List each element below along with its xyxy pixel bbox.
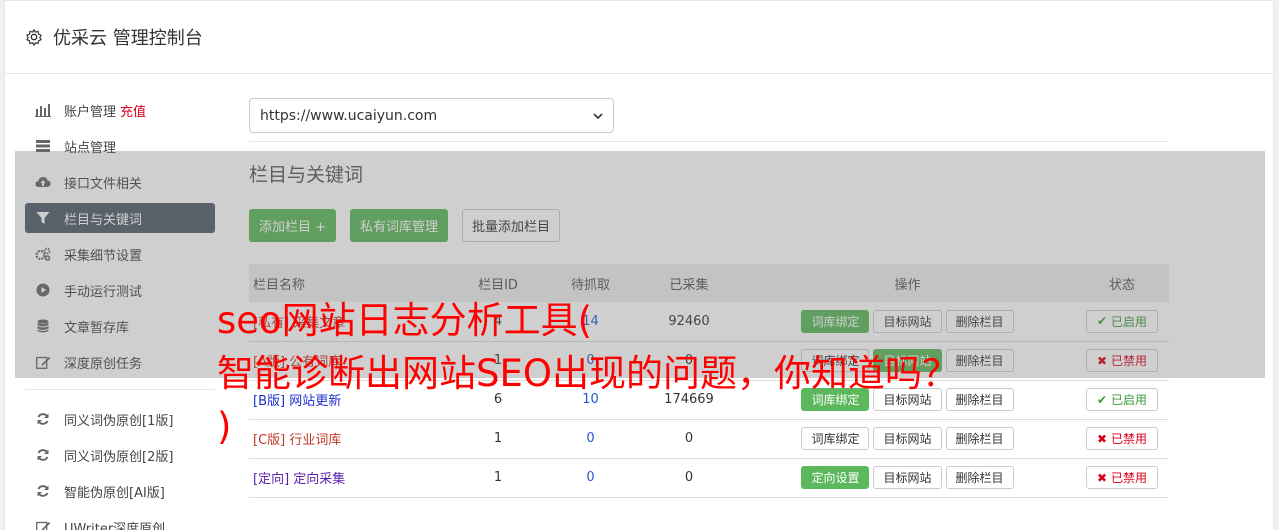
status-toggle[interactable]: ✖ 已禁用 bbox=[1086, 466, 1158, 489]
target-site-button[interactable]: 目标网站 bbox=[873, 466, 942, 489]
refresh-icon bbox=[35, 447, 51, 463]
sidebar-item-account[interactable]: 账户管理 充值 bbox=[25, 95, 215, 125]
row-pending[interactable]: 0 bbox=[543, 458, 638, 498]
row-tag: [定向] bbox=[253, 472, 290, 487]
header: 优采云 管理控制台 bbox=[5, 1, 1273, 74]
site-select[interactable]: https://www.ucaiyun.com bbox=[249, 98, 614, 133]
row-name: 定向采集 bbox=[293, 472, 346, 487]
gear-icon bbox=[26, 28, 42, 46]
status-label: 已禁用 bbox=[1110, 471, 1147, 485]
sidebar-item-ai-rewrite[interactable]: 智能伪原创[AI版] bbox=[25, 476, 215, 506]
status-label: 已禁用 bbox=[1110, 432, 1147, 446]
status-toggle[interactable]: ✔ 已启用 bbox=[1086, 388, 1158, 411]
site-select-value: https://www.ucaiyun.com bbox=[260, 107, 438, 124]
chevron-down-icon bbox=[593, 112, 603, 119]
status-label: 已启用 bbox=[1110, 393, 1147, 407]
sidebar-item-label: UWriter深度原创 bbox=[64, 521, 166, 530]
status-toggle[interactable]: ✖ 已禁用 bbox=[1086, 427, 1158, 450]
recharge-link[interactable]: 充值 bbox=[120, 101, 146, 120]
row-id: 1 bbox=[453, 458, 543, 498]
promo-line-2: 智能诊断出网站SEO出现的问题，你知道吗？ bbox=[217, 352, 959, 395]
table-row: [定向] 定向采集 1 0 0 定向设置 目标网站 删除栏目 ✖ 已禁用 bbox=[249, 458, 1169, 498]
sidebar-item-label: 智能伪原创[AI版] bbox=[64, 485, 165, 501]
sidebar-item-synonym-v1[interactable]: 同义词伪原创[1版] bbox=[25, 404, 215, 434]
promo-line-3: ) bbox=[217, 405, 232, 448]
promo-line-1: seo网站日志分析工具( bbox=[217, 299, 593, 342]
page-title: 优采云 管理控制台 bbox=[53, 28, 203, 49]
check-icon: ✔ bbox=[1097, 392, 1108, 407]
edit-icon bbox=[35, 519, 51, 530]
sidebar-item-label: 同义词伪原创[1版] bbox=[64, 413, 174, 429]
directed-settings-button[interactable]: 定向设置 bbox=[801, 466, 870, 489]
sidebar-item-label: 账户管理 bbox=[64, 104, 117, 120]
sidebar-item-synonym-v2[interactable]: 同义词伪原创[2版] bbox=[25, 440, 215, 470]
divider bbox=[249, 141, 1169, 142]
row-name-cell[interactable]: [定向] 定向采集 bbox=[249, 458, 453, 498]
sidebar-item-label: 同义词伪原创[2版] bbox=[64, 449, 174, 465]
refresh-icon bbox=[35, 411, 51, 427]
promo-caption: seo网站日志分析工具( 智能诊断出网站SEO出现的问题，你知道吗？ ) bbox=[217, 294, 959, 453]
sidebar-item-uwriter[interactable]: UWriter深度原创 bbox=[25, 512, 215, 530]
close-icon: ✖ bbox=[1097, 470, 1108, 485]
delete-column-button[interactable]: 删除栏目 bbox=[945, 466, 1014, 489]
sidebar-divider bbox=[25, 389, 215, 390]
row-done: 0 bbox=[638, 458, 740, 498]
close-icon: ✖ bbox=[1097, 431, 1108, 446]
bar-chart-icon bbox=[35, 102, 51, 118]
refresh-icon bbox=[35, 483, 51, 499]
